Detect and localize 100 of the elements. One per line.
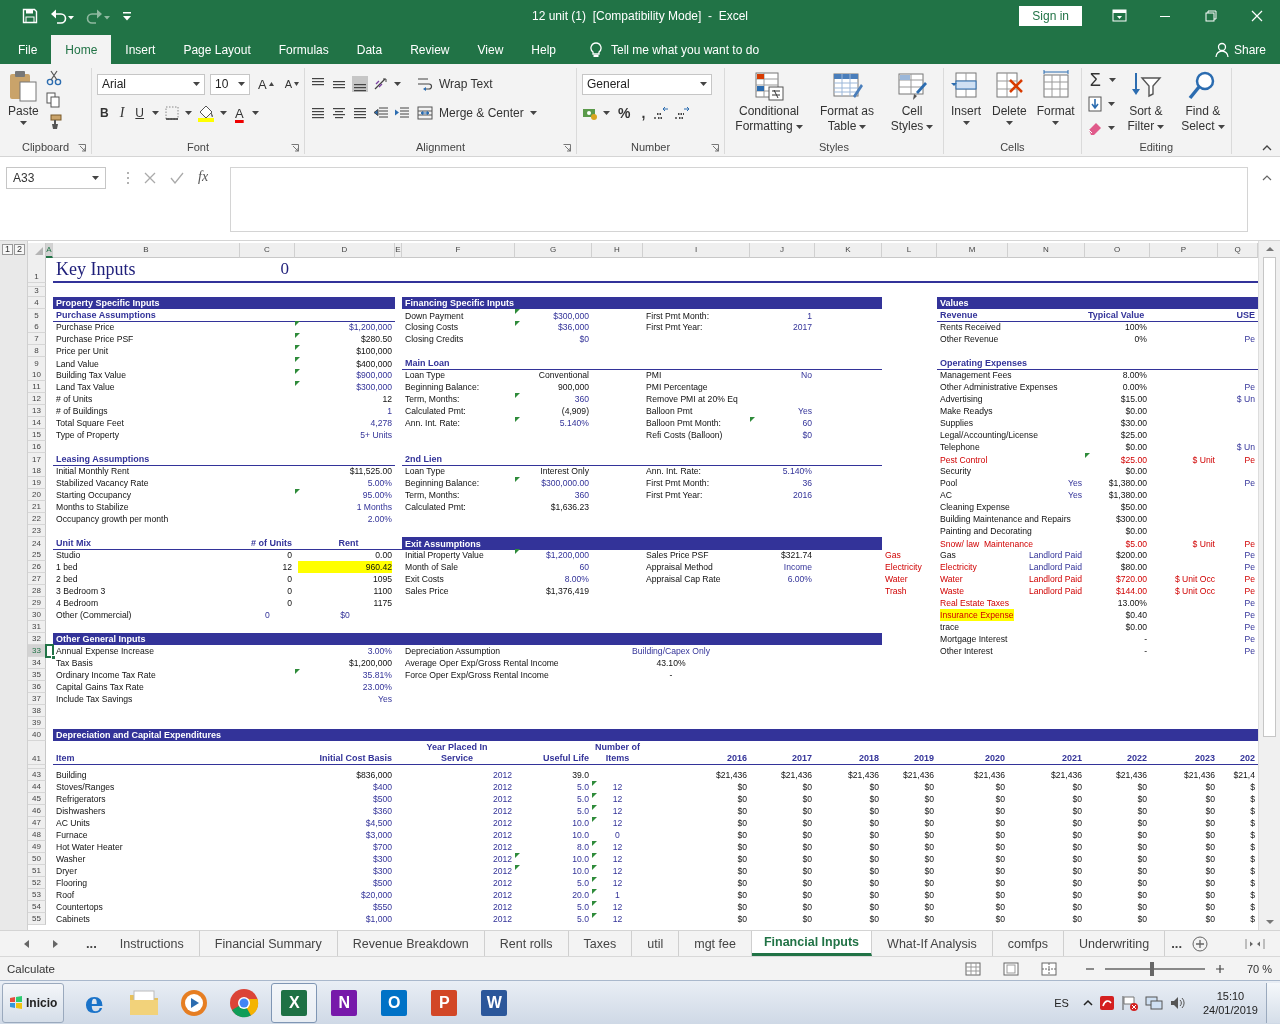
column-header[interactable]: J [750, 243, 815, 258]
row-number[interactable]: 55 [28, 913, 46, 925]
language-indicator[interactable]: ES [1054, 996, 1069, 1009]
zoom-slider-thumb[interactable] [1149, 961, 1154, 976]
eraser-icon[interactable] [1086, 120, 1103, 136]
font-color-button[interactable]: A [232, 103, 247, 123]
row-number[interactable]: 51 [28, 865, 46, 877]
row-number[interactable]: 27 [28, 573, 46, 585]
row-number[interactable]: 28 [28, 585, 46, 597]
row-number[interactable]: 18 [28, 465, 46, 477]
percent-button[interactable]: % [615, 103, 634, 123]
row-number[interactable]: 10 [28, 369, 46, 381]
sign-in-button[interactable]: Sign in [1019, 6, 1082, 26]
row-number[interactable]: 1 [28, 257, 46, 283]
row-number[interactable]: 54 [28, 901, 46, 913]
column-header[interactable]: I [643, 243, 750, 258]
dialog-launcher-icon[interactable] [291, 144, 299, 152]
ribbon-button[interactable]: Format as Table [814, 68, 880, 136]
share-button[interactable]: Share [1214, 35, 1266, 64]
ribbon-tab[interactable]: View [463, 35, 518, 64]
column-header[interactable]: P [1150, 243, 1218, 258]
autosum-button[interactable]: Σ [1086, 70, 1104, 90]
fill-handle[interactable] [51, 655, 56, 660]
ribbon-tab[interactable]: Review [396, 35, 464, 64]
row-number[interactable]: 38 [28, 705, 46, 717]
bold-button[interactable]: B [97, 103, 112, 123]
row-number[interactable]: 26 [28, 561, 46, 573]
cut-icon[interactable] [45, 70, 62, 86]
row-number[interactable]: 11 [28, 381, 46, 393]
formula-input[interactable] [230, 167, 1248, 232]
copy-icon[interactable] [45, 92, 62, 108]
row-number[interactable]: 43 [28, 769, 46, 781]
ribbon-button[interactable]: Sort & Filter [1119, 68, 1172, 136]
increase-decimal-icon[interactable] [653, 105, 670, 121]
font-name-field[interactable]: Arial [97, 73, 205, 95]
row-number[interactable]: 30 [28, 609, 46, 621]
column-header[interactable]: Q [1218, 243, 1258, 258]
row-number[interactable]: 13 [28, 405, 46, 417]
align-right-icon[interactable] [352, 105, 368, 121]
fill-color-icon[interactable] [197, 104, 215, 122]
orientation-icon[interactable] [373, 76, 389, 92]
app-taskbar-button[interactable]: X [271, 982, 318, 1023]
italic-button[interactable]: I [116, 103, 128, 123]
column-header[interactable]: H [592, 243, 643, 258]
app-taskbar-button[interactable]: N [321, 982, 368, 1023]
bottom-align-icon[interactable] [352, 76, 368, 92]
column-header[interactable]: F [402, 243, 515, 258]
column-header[interactable]: M [937, 243, 1008, 258]
row-number[interactable]: 53 [28, 889, 46, 901]
outline-level-button[interactable]: 1 [2, 244, 13, 255]
ribbon-tab[interactable]: Insert [111, 35, 170, 64]
scrollbar-thumb[interactable] [1263, 257, 1276, 737]
browser-taskbar-button[interactable]: e [71, 982, 118, 1023]
ribbon-tab[interactable]: Page Layout [169, 35, 265, 64]
row-number[interactable]: 6 [28, 321, 46, 333]
wrap-text-button[interactable]: Wrap Text [414, 74, 540, 94]
ribbon-button[interactable]: Insert [947, 68, 985, 127]
column-header[interactable]: D [295, 243, 395, 258]
collapse-ribbon-icon[interactable] [1262, 145, 1272, 151]
outline-level-button[interactable]: 2 [14, 244, 25, 255]
row-number[interactable]: 46 [28, 805, 46, 817]
split-handle-icon[interactable] [1244, 936, 1266, 951]
row-number[interactable]: 15 [28, 429, 46, 441]
row-number[interactable]: 3 [28, 287, 46, 297]
security-icon[interactable] [1098, 994, 1115, 1011]
zoom-in-icon[interactable] [1214, 963, 1225, 974]
column-header[interactable]: N [1008, 243, 1085, 258]
new-sheet-icon[interactable] [1192, 935, 1208, 952]
merge-center-button[interactable]: Merge & Center [414, 103, 540, 123]
more-sheets-button[interactable]: ... [1165, 931, 1188, 956]
ribbon-tab[interactable]: Help [517, 35, 570, 64]
underline-button[interactable]: U [132, 103, 147, 123]
row-number[interactable]: 45 [28, 793, 46, 805]
row-number[interactable]: 48 [28, 829, 46, 841]
row-number[interactable]: 7 [28, 333, 46, 345]
row-number[interactable]: 8 [28, 345, 46, 357]
ribbon-tab[interactable]: Home [51, 35, 112, 64]
row-number[interactable]: 50 [28, 853, 46, 865]
column-header[interactable]: G [515, 243, 592, 258]
tell-me-search[interactable]: Tell me what you want to do [590, 35, 760, 64]
row-number[interactable]: 25 [28, 549, 46, 561]
save-icon[interactable] [22, 8, 38, 24]
row-number[interactable]: 39 [28, 717, 46, 729]
column-header[interactable]: L [882, 243, 937, 258]
row-number[interactable]: 49 [28, 841, 46, 853]
row-number[interactable]: 12 [28, 393, 46, 405]
borders-icon[interactable] [164, 105, 180, 121]
row-number[interactable]: 32 [28, 633, 46, 645]
row-number[interactable]: 31 [28, 621, 46, 633]
next-sheet-icon[interactable] [50, 938, 60, 949]
ribbon-button[interactable]: Find & Select [1175, 68, 1230, 136]
previous-sheet-icon[interactable] [22, 938, 32, 949]
start-button[interactable]: Inicio [2, 982, 65, 1023]
row-number[interactable]: 16 [28, 441, 46, 453]
fill-down-icon[interactable] [1086, 96, 1103, 112]
row-number[interactable]: 21 [28, 501, 46, 513]
undo-icon[interactable] [50, 8, 74, 24]
align-left-icon[interactable] [310, 105, 326, 121]
dialog-launcher-icon[interactable] [563, 144, 571, 152]
ribbon-button[interactable]: Delete [989, 68, 1030, 127]
